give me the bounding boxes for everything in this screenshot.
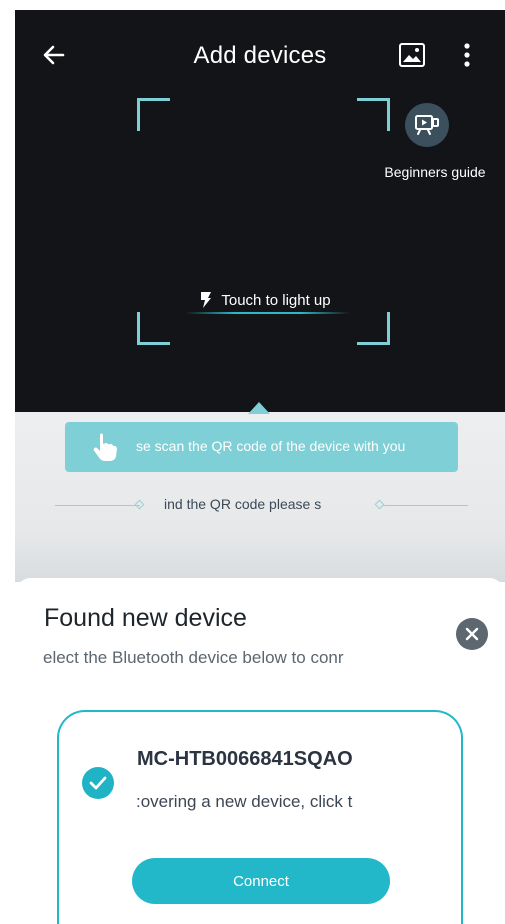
tooltip-pointer <box>248 402 270 414</box>
scan-frame-corner-top-right <box>357 98 390 131</box>
hint-divider-left <box>55 505 140 506</box>
flashlight-icon <box>201 292 212 308</box>
scan-instruction-text: se scan the QR code of the device with y… <box>136 438 406 454</box>
scan-line <box>185 312 350 314</box>
hint-divider-right <box>383 505 468 506</box>
scan-frame-corner-top-left <box>137 98 170 131</box>
sheet-subtitle: elect the Bluetooth device below to conr <box>43 648 344 667</box>
camera-viewfinder: Add devices Beginners guide Touch to lig… <box>15 10 505 412</box>
flashlight-label: Touch to light up <box>221 291 331 309</box>
flashlight-toggle[interactable]: Touch to light up <box>175 288 355 312</box>
device-name: MC-HTB0066841SQAO <box>137 748 353 770</box>
close-button[interactable] <box>456 618 488 650</box>
page-title: Add devices <box>193 42 327 69</box>
image-icon <box>399 43 425 67</box>
close-icon <box>465 627 479 641</box>
gallery-button[interactable] <box>395 38 429 72</box>
more-menu-button[interactable] <box>455 38 479 72</box>
video-guide-icon <box>415 115 439 135</box>
more-vertical-icon <box>464 43 470 67</box>
scan-instruction-tooltip: se scan the QR code of the device with y… <box>65 422 458 472</box>
scan-frame-corner-bottom-right <box>357 312 390 345</box>
beginners-guide-button[interactable] <box>405 103 449 147</box>
sheet-title: Found new device <box>44 604 247 632</box>
scan-frame-corner-bottom-left <box>137 312 170 345</box>
beginners-guide-label[interactable]: Beginners guide <box>365 164 505 180</box>
qr-hint-text: ind the QR code please s <box>164 496 322 512</box>
device-status: :overing a new device, click t <box>136 792 353 811</box>
connect-button[interactable]: Connect <box>132 858 390 904</box>
hand-pointer-icon <box>93 433 117 461</box>
check-circle-icon[interactable] <box>82 767 114 799</box>
